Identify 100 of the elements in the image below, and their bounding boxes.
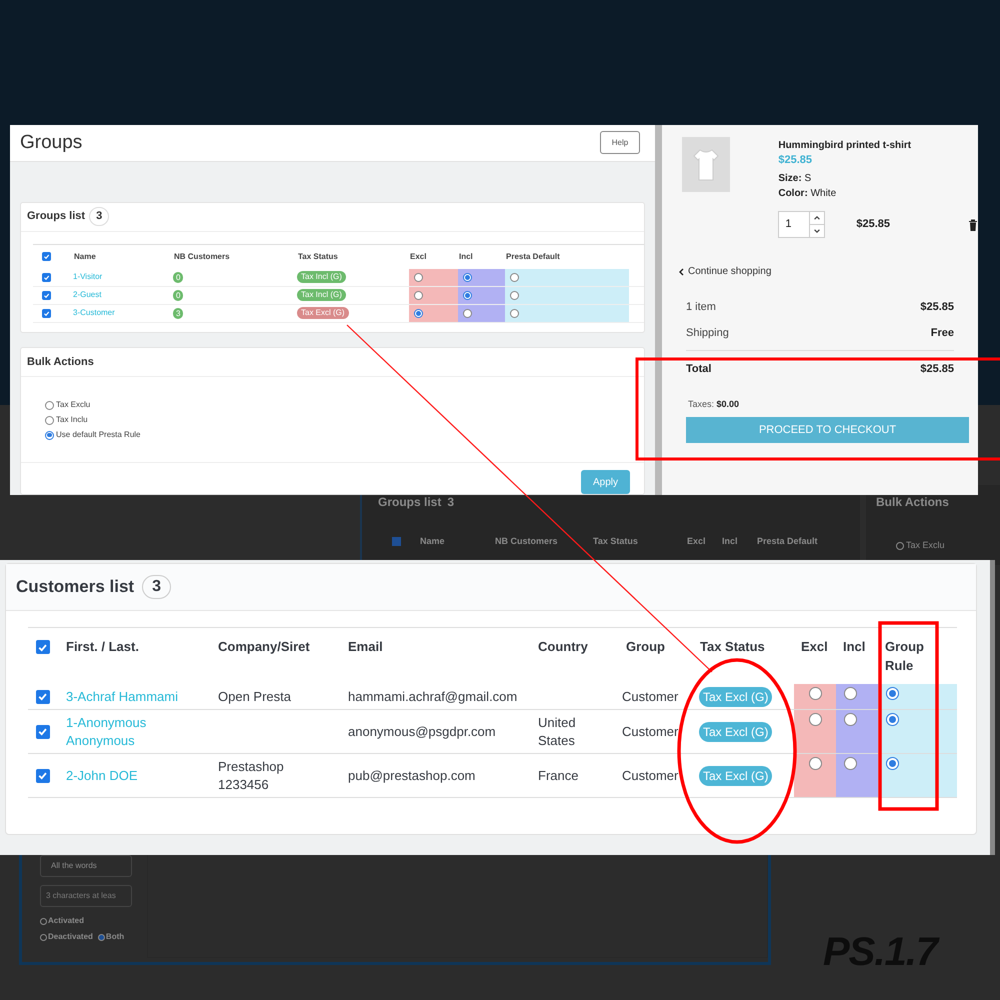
email-cell-text: pub@prestashop.com xyxy=(348,766,476,785)
checkmark-icon xyxy=(42,274,50,281)
group-link[interactable]: 3-Customer xyxy=(73,304,173,322)
radio-button[interactable] xyxy=(45,416,54,424)
column-header: Group Rule xyxy=(884,638,925,675)
product-color: Color: White xyxy=(778,187,838,201)
tax-status-badge: Tax Incl (G) xyxy=(297,289,346,302)
dim-card-title: Bulk Actions xyxy=(875,494,950,511)
column-header: Tax Status xyxy=(699,638,766,656)
radio-button[interactable] xyxy=(510,272,519,282)
dim-column-header: Presta Default xyxy=(757,535,819,548)
company-cell-text: Prestashop 1233456 xyxy=(218,758,285,794)
count-badge: 3 xyxy=(142,575,171,599)
continue-shopping-link[interactable]: Continue shopping xyxy=(678,264,772,279)
customer-link[interactable]: 1-Anonymous Anonymous xyxy=(66,714,211,750)
radio-label: Use default Presta Rule xyxy=(56,429,140,441)
summary-label: Shipping xyxy=(686,326,729,340)
group-link[interactable]: 1-Visitor xyxy=(73,268,173,286)
tax-status-badge: Tax Incl (G) xyxy=(297,271,346,284)
radio-button[interactable] xyxy=(414,308,423,318)
checkmark-icon xyxy=(37,770,49,782)
help-button[interactable]: Help xyxy=(600,131,640,154)
column-header: NB Customers xyxy=(173,250,231,263)
dim-radio-label: Both xyxy=(106,931,124,943)
checkmark-icon xyxy=(42,253,50,260)
product-name[interactable]: Hummingbird printed t-shirt xyxy=(778,138,978,153)
total-value: $25.85 xyxy=(920,362,954,377)
dim-column-header: Tax Status xyxy=(593,535,639,548)
radio-button[interactable] xyxy=(510,308,519,318)
customer-link[interactable]: 3-Achraf Hammami xyxy=(66,688,178,706)
radio-button[interactable] xyxy=(886,713,899,726)
card-title: Groups list xyxy=(27,209,86,224)
radio-button[interactable] xyxy=(809,757,822,770)
radio-button[interactable] xyxy=(463,308,472,318)
checkmark-icon xyxy=(42,292,50,299)
product-size: Size: S xyxy=(778,172,812,186)
checkbox[interactable] xyxy=(36,768,50,782)
checkbox[interactable] xyxy=(42,290,51,300)
radio-button[interactable] xyxy=(463,290,472,300)
column-header: Name xyxy=(73,250,97,263)
tax-status-badge: Tax Excl (G) xyxy=(699,722,772,742)
radio-button[interactable] xyxy=(886,687,899,700)
company-cell-text: Open Presta xyxy=(218,688,292,706)
radio-button[interactable] xyxy=(886,757,899,770)
tshirt-icon xyxy=(692,148,720,182)
radio-button[interactable] xyxy=(844,713,857,726)
checkmark-icon xyxy=(37,726,49,738)
radio-button[interactable] xyxy=(844,757,857,770)
email-cell-text: anonymous@psgdpr.com xyxy=(348,722,496,741)
dim-option-label: Tax Exclu xyxy=(906,539,945,552)
radio-button[interactable] xyxy=(414,272,423,282)
radio-button[interactable] xyxy=(510,290,519,300)
checkbox[interactable] xyxy=(36,640,50,654)
count-badge: 3 xyxy=(89,207,110,226)
checkbox[interactable] xyxy=(42,252,51,262)
radio-button[interactable] xyxy=(844,687,857,700)
column-header: Country xyxy=(537,638,589,656)
group-cell-text: Customer xyxy=(622,722,678,741)
checkbox[interactable] xyxy=(36,690,50,704)
customer-link[interactable]: 2-John DOE xyxy=(66,766,138,784)
radio-button[interactable] xyxy=(45,400,54,410)
dim-column-header: NB Customers xyxy=(495,535,559,548)
checkbox[interactable] xyxy=(42,272,51,282)
country-cell-text: United States xyxy=(538,714,577,750)
radio-label: Tax Inclu xyxy=(56,414,88,426)
checkout-button[interactable]: PROCEED TO CHECKOUT xyxy=(686,417,969,443)
total-label: Total xyxy=(686,362,712,377)
radio-button[interactable] xyxy=(809,713,822,726)
dim-column-header: Incl xyxy=(722,535,739,548)
column-header: First. / Last. xyxy=(65,638,140,656)
checkbox[interactable] xyxy=(42,308,51,318)
radio-label: Tax Exclu xyxy=(56,399,90,411)
radio-button[interactable] xyxy=(414,290,423,300)
product-price: $25.85 xyxy=(778,153,813,167)
checkmark-icon xyxy=(42,310,50,317)
tax-status-badge: Tax Excl (G) xyxy=(699,686,772,706)
checkbox[interactable] xyxy=(36,724,50,738)
column-header: Presta Default xyxy=(505,250,561,263)
customer-count-badge: 3 xyxy=(173,308,184,319)
column-header: Company/Siret xyxy=(217,638,311,656)
chevron-left-icon xyxy=(678,268,684,276)
card-title: Customers list xyxy=(16,576,134,598)
dim-count: 3 xyxy=(447,494,454,511)
column-header: Excl xyxy=(800,638,829,656)
country-cell-text: France xyxy=(538,766,580,784)
trash-icon[interactable] xyxy=(968,218,978,230)
radio-button[interactable] xyxy=(809,687,822,700)
column-header: Incl xyxy=(458,250,474,263)
group-link[interactable]: 2-Guest xyxy=(73,286,173,304)
quantity-field[interactable]: 1 xyxy=(778,211,826,238)
column-header: Incl xyxy=(842,638,866,656)
radio-button[interactable] xyxy=(463,272,472,282)
dim-radio-label: Activated xyxy=(48,915,84,927)
group-cell-text: Customer xyxy=(622,766,678,785)
apply-button[interactable]: Apply xyxy=(581,470,630,494)
column-header: Tax Status xyxy=(297,250,339,263)
summary-value: Free xyxy=(930,326,954,340)
checkmark-icon xyxy=(37,642,49,653)
summary-label: 1 item xyxy=(686,300,716,315)
radio-button[interactable] xyxy=(45,430,54,440)
